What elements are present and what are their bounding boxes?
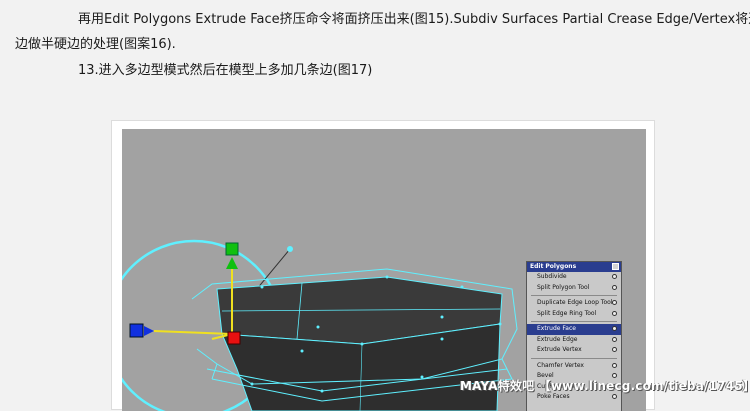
option-box-icon[interactable] [612,326,617,331]
option-box-icon[interactable] [612,284,617,290]
site-watermark: MAYA特效吧 【www.linecg.com/tieba/1745】 [460,379,750,393]
x-axis-handle-icon[interactable] [227,331,241,345]
menu-title: Edit Polygons [530,263,577,270]
menu-divider [531,321,617,322]
menu-item-extrude-vertex[interactable]: Extrude Vertex [527,345,621,356]
figure-frame: Edit Polygons Subdivide Split Polygon To… [111,120,655,411]
paragraph-1-line-1: 再用Edit Polygons Extrude Face挤压命令将面挤压出来(图… [78,12,750,27]
manipulator-handle-dot[interactable] [287,246,293,252]
menu-item-chamfer-vertex[interactable]: Chamfer Vertex [527,361,621,372]
paragraph-2: 13.进入多边型模式然后在模型上多加几条边(图17) [78,63,373,78]
option-box-icon[interactable] [612,310,617,316]
option-box-icon[interactable] [612,274,617,279]
menu-item-duplicate-edge-loop-tool[interactable]: Duplicate Edge Loop Tool [527,298,621,309]
menu-item-split-polygon-tool[interactable]: Split Polygon Tool [527,283,621,294]
menu-item-subdivide[interactable]: Subdivide [527,272,621,283]
menu-divider [531,295,617,296]
option-box-icon[interactable] [612,336,617,342]
menu-item-split-edge-ring-tool[interactable]: Split Edge Ring Tool [527,309,621,320]
menu-item-extrude-edge[interactable]: Extrude Edge [527,335,621,346]
y-axis-arrow-icon[interactable] [226,257,238,269]
z-axis-handle-icon[interactable] [129,323,144,338]
menu-item-extrude-face[interactable]: Extrude Face [527,324,621,335]
maya-viewport[interactable]: Edit Polygons Subdivide Split Polygon To… [122,129,646,411]
option-box-icon[interactable] [612,394,617,399]
paragraph-1-line-2: 边做半硬边的处理(图案16). [15,37,176,52]
option-box-icon[interactable] [612,300,617,305]
option-box-icon[interactable] [612,362,617,368]
menu-divider [531,357,617,359]
close-icon[interactable] [612,263,619,270]
menu-title-bar[interactable]: Edit Polygons [527,262,621,272]
option-box-icon[interactable] [612,347,617,352]
y-axis-handle-icon[interactable] [225,242,239,256]
